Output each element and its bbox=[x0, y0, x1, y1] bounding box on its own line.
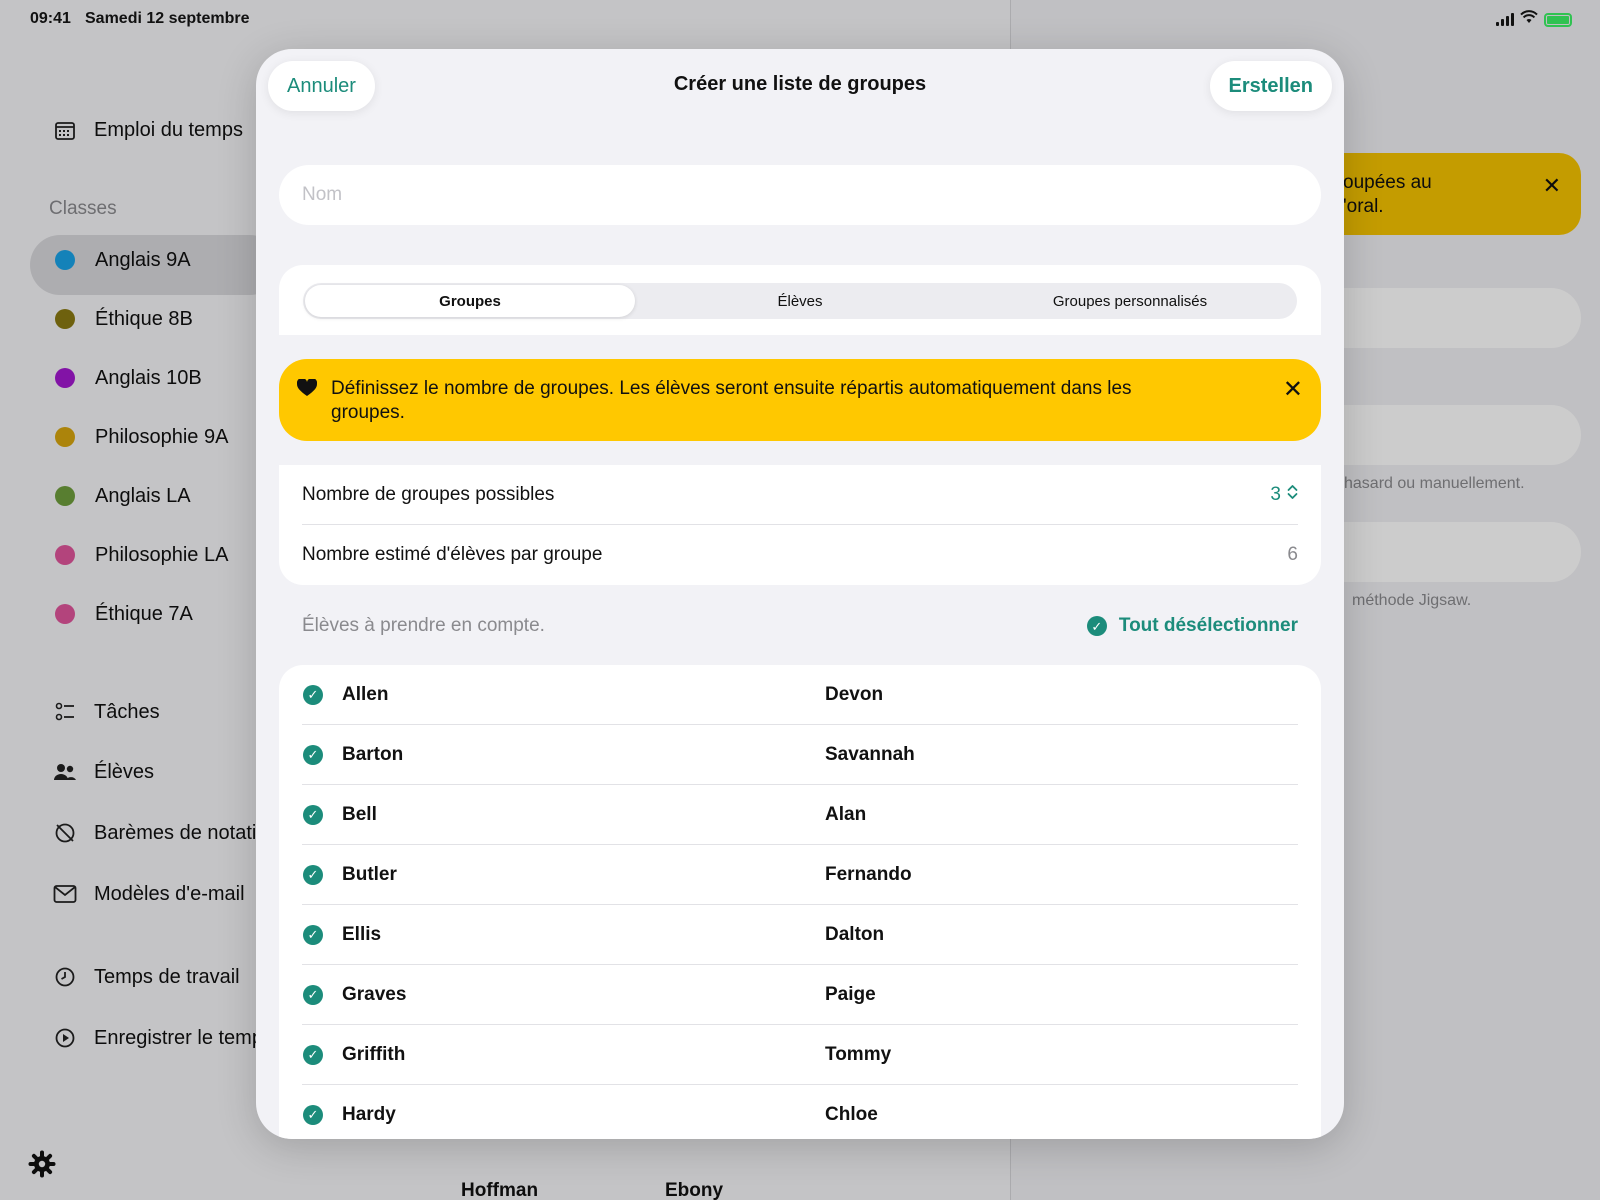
groups-count-value: 3 bbox=[1270, 483, 1281, 505]
info-banner-text: Définissez le nombre de groupes. Les élè… bbox=[331, 378, 1132, 423]
estimate-row: Nombre estimé d'élèves par groupe 6 bbox=[302, 525, 1298, 585]
groups-count-row[interactable]: Nombre de groupes possibles 3 bbox=[302, 465, 1298, 525]
checkmark-circle-icon[interactable]: ✓ bbox=[303, 924, 323, 945]
chevron-updown-icon bbox=[1287, 484, 1298, 506]
tabs-card: Groupes Élèves Groupes personnalisés bbox=[279, 265, 1321, 335]
student-list: ✓ Allen Devon ✓ Barton Savannah ✓ Bell Alan ✓ Butl… bbox=[279, 665, 1321, 1139]
student-first-name: Devon bbox=[825, 683, 884, 705]
segmented-control: Groupes Élèves Groupes personnalisés bbox=[303, 283, 1297, 319]
system-icons bbox=[1496, 10, 1572, 29]
status-bar: 09:41 Samedi 12 septembre bbox=[0, 0, 1600, 38]
cellular-signal-icon bbox=[1496, 13, 1514, 26]
modal-title: Créer une liste de groupes bbox=[673, 73, 927, 95]
groups-count-label: Nombre de groupes possibles bbox=[302, 483, 555, 505]
checkmark-circle-icon[interactable]: ✓ bbox=[303, 744, 323, 765]
checkmark-circle-icon[interactable]: ✓ bbox=[303, 1044, 323, 1065]
battery-icon bbox=[1544, 12, 1572, 27]
student-last-name: Butler bbox=[342, 863, 397, 885]
student-row[interactable]: ✓ Griffith Tommy bbox=[302, 1025, 1298, 1085]
checkmark-circle-icon[interactable]: ✓ bbox=[303, 804, 323, 825]
group-settings-card: Nombre de groupes possibles 3 Nombre est… bbox=[279, 465, 1321, 585]
students-section-label: Élèves à prendre en compte. bbox=[302, 615, 545, 636]
status-time: 09:41 bbox=[30, 10, 71, 27]
student-first-name: Alan bbox=[825, 803, 867, 825]
student-first-name: Chloe bbox=[825, 1103, 878, 1125]
name-input[interactable] bbox=[279, 165, 1321, 225]
student-last-name: Hardy bbox=[342, 1103, 396, 1125]
deselect-all-label: Tout désélectionner bbox=[1118, 615, 1298, 636]
estimate-label: Nombre estimé d'élèves par groupe bbox=[302, 544, 603, 565]
checkmark-circle-icon: ✓ bbox=[1086, 616, 1107, 636]
tab-students[interactable]: Élèves bbox=[635, 285, 965, 317]
create-group-list-modal: Annuler Créer une liste de groupes Erste… bbox=[256, 49, 1344, 1139]
checkmark-circle-icon[interactable]: ✓ bbox=[303, 984, 323, 1005]
deselect-all-button[interactable]: ✓ Tout désélectionner bbox=[1086, 615, 1298, 637]
student-row[interactable]: ✓ Barton Savannah bbox=[302, 725, 1298, 785]
student-last-name: Allen bbox=[342, 683, 389, 705]
student-row[interactable]: ✓ Hardy Chloe bbox=[302, 1085, 1298, 1139]
checkmark-circle-icon[interactable]: ✓ bbox=[303, 864, 323, 885]
tab-custom-groups[interactable]: Groupes personnalisés bbox=[965, 285, 1295, 317]
student-first-name: Dalton bbox=[825, 923, 885, 945]
student-first-name: Savannah bbox=[825, 743, 915, 765]
student-first-name: Tommy bbox=[825, 1043, 892, 1065]
wifi-icon bbox=[1520, 10, 1538, 29]
status-date: Samedi 12 septembre bbox=[85, 10, 250, 27]
student-last-name: Graves bbox=[342, 983, 407, 1005]
student-last-name: Griffith bbox=[342, 1043, 406, 1065]
student-row[interactable]: ✓ Allen Devon bbox=[302, 665, 1298, 725]
student-last-name: Barton bbox=[342, 743, 404, 765]
info-banner: Définissez le nombre de groupes. Les élè… bbox=[279, 359, 1321, 441]
create-button[interactable]: Erstellen bbox=[1209, 61, 1332, 111]
student-last-name: Bell bbox=[342, 803, 377, 825]
student-first-name: Fernando bbox=[825, 863, 912, 885]
estimate-value: 6 bbox=[1287, 544, 1298, 565]
student-first-name: Paige bbox=[825, 983, 876, 1005]
tab-groups[interactable]: Groupes bbox=[305, 285, 635, 317]
student-row[interactable]: ✓ Graves Paige bbox=[302, 965, 1298, 1025]
close-icon[interactable]: ✕ bbox=[1283, 375, 1303, 404]
students-section-header: Élèves à prendre en compte. ✓ Tout désél… bbox=[302, 611, 1298, 641]
student-last-name: Ellis bbox=[342, 923, 382, 945]
heart-icon bbox=[296, 377, 318, 403]
student-row[interactable]: ✓ Bell Alan bbox=[302, 785, 1298, 845]
checkmark-circle-icon[interactable]: ✓ bbox=[303, 1104, 323, 1125]
groups-count-stepper[interactable]: 3 bbox=[1270, 484, 1298, 506]
student-row[interactable]: ✓ Butler Fernando bbox=[302, 845, 1298, 905]
student-row[interactable]: ✓ Ellis Dalton bbox=[302, 905, 1298, 965]
checkmark-circle-icon[interactable]: ✓ bbox=[303, 684, 323, 705]
